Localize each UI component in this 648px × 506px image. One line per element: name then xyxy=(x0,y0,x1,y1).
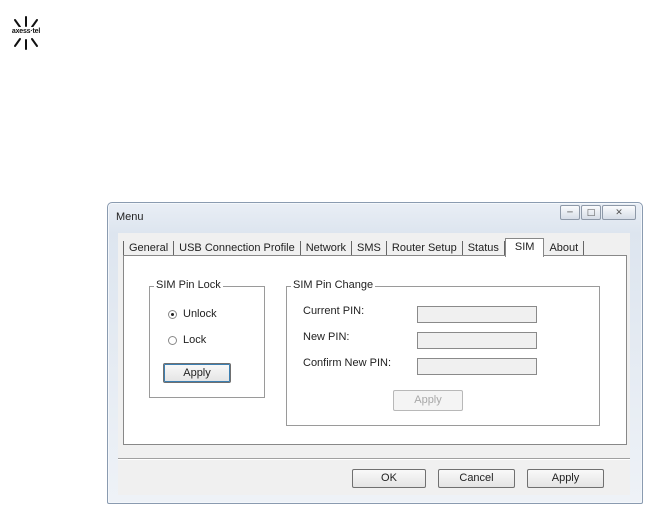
lock-label: Lock xyxy=(183,334,207,346)
window-controls: ─ □ ✕ xyxy=(559,205,636,220)
new-pin-label: New PIN: xyxy=(303,331,350,343)
unlock-label: Unlock xyxy=(183,308,217,320)
tab-about[interactable]: About xyxy=(544,241,585,256)
confirm-new-pin-label: Confirm New PIN: xyxy=(303,357,392,369)
maximize-icon: □ xyxy=(586,207,596,218)
minimize-button[interactable]: ─ xyxy=(560,205,580,220)
logo-wordmark: axess·tel xyxy=(4,27,48,36)
footer-separator xyxy=(118,458,630,460)
footer-apply-button[interactable]: Apply xyxy=(527,469,604,488)
menu-dialog: Menu ─ □ ✕ General USB Connection Profil… xyxy=(107,202,643,504)
current-pin-input[interactable] xyxy=(417,306,537,323)
lock-radio-row[interactable]: Lock xyxy=(168,334,206,346)
tab-sim[interactable]: SIM xyxy=(504,238,545,257)
new-pin-input[interactable] xyxy=(417,332,537,349)
tab-strip: General USB Connection Profile Network S… xyxy=(123,238,585,257)
dialog-client-area: General USB Connection Profile Network S… xyxy=(118,233,630,495)
minimize-icon: ─ xyxy=(567,207,573,218)
title-bar[interactable]: Menu ─ □ ✕ xyxy=(108,203,642,229)
unlock-radio-row[interactable]: Unlock xyxy=(168,308,217,320)
tab-status[interactable]: Status xyxy=(463,241,505,256)
close-icon: ✕ xyxy=(615,207,623,218)
tab-network[interactable]: Network xyxy=(301,241,353,256)
window-title: Menu xyxy=(116,211,144,223)
sim-pin-lock-group: SIM Pin Lock Unlock Lock Apply xyxy=(149,279,265,398)
tab-sms[interactable]: SMS xyxy=(352,241,387,256)
unlock-radio[interactable] xyxy=(168,309,177,319)
tab-router-setup[interactable]: Router Setup xyxy=(387,241,463,256)
close-button[interactable]: ✕ xyxy=(602,205,636,220)
tab-usb-connection-profile[interactable]: USB Connection Profile xyxy=(174,241,301,256)
sim-tab-panel: SIM Pin Lock Unlock Lock Apply SIM Pin C… xyxy=(123,255,627,445)
pin-change-apply-button[interactable]: Apply xyxy=(393,390,463,411)
sim-pin-lock-title: SIM Pin Lock xyxy=(154,279,223,291)
current-pin-label: Current PIN: xyxy=(303,305,365,317)
axesstel-logo: axess·tel xyxy=(4,16,48,50)
confirm-new-pin-input[interactable] xyxy=(417,358,537,375)
maximize-button[interactable]: □ xyxy=(581,205,601,220)
sim-pin-change-group: SIM Pin Change Current PIN: New PIN: Con… xyxy=(286,279,600,426)
cancel-button[interactable]: Cancel xyxy=(438,469,515,488)
tab-general[interactable]: General xyxy=(123,241,175,256)
sim-lock-apply-button[interactable]: Apply xyxy=(163,363,231,383)
lock-radio[interactable] xyxy=(168,335,177,345)
sim-pin-change-title: SIM Pin Change xyxy=(291,279,376,291)
ok-button[interactable]: OK xyxy=(352,469,426,488)
